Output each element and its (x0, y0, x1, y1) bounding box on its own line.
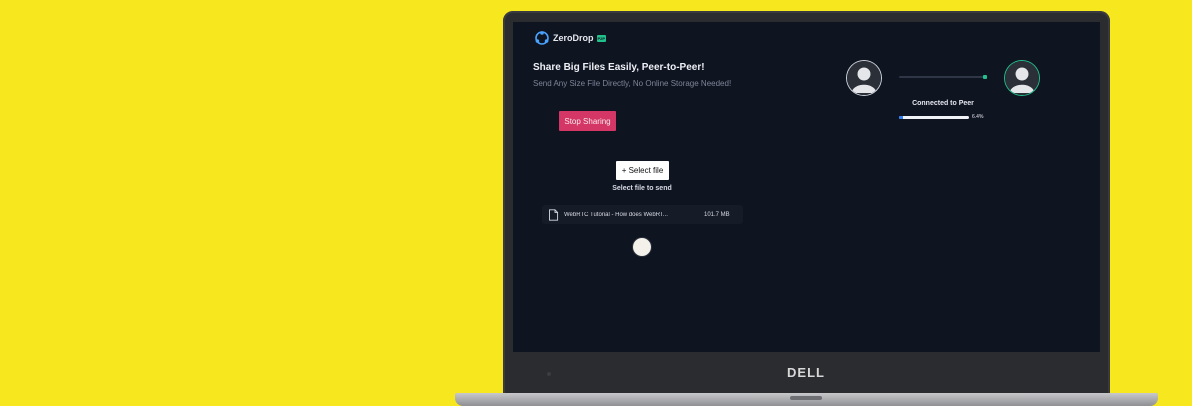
select-file-button[interactable]: + Select file (616, 161, 669, 180)
transfer-progress-label: 6.4% (972, 114, 984, 120)
laptop-base (455, 393, 1158, 406)
page-headline: Share Big Files Easily, Peer-to-Peer! (533, 62, 705, 73)
floating-action-button[interactable] (633, 238, 651, 256)
app-screen: ZeroDrop P2P Share Big Files Easily, Pee… (513, 22, 1100, 352)
peer-link-line (899, 76, 987, 78)
app-badge: P2P (596, 34, 607, 42)
trackpad-notch (790, 396, 822, 400)
dell-logo: DELL (787, 365, 825, 380)
webcam-dot (547, 372, 551, 376)
file-list-item[interactable]: WebRTC Tutorial - How does WebRT... 101.… (542, 205, 743, 224)
file-icon (549, 208, 559, 221)
peer-link-indicator (983, 75, 987, 79)
file-size: 101.7 MB (704, 211, 730, 218)
app-logo-icon (535, 31, 549, 45)
user-avatar-icon (1005, 61, 1039, 95)
stop-sharing-button[interactable]: Stop Sharing (559, 111, 616, 131)
file-name: WebRTC Tutorial - How does WebRT... (564, 211, 668, 218)
app-name: ZeroDrop (553, 33, 594, 43)
transfer-progress-bar (899, 116, 969, 119)
local-peer-avatar (847, 61, 881, 95)
brand[interactable]: ZeroDrop P2P (534, 30, 607, 46)
connection-status: Connected to Peer (912, 100, 974, 107)
remote-peer-avatar (1005, 61, 1039, 95)
user-avatar-icon (847, 61, 881, 95)
page-subheadline: Send Any Size File Directly, No Online S… (533, 79, 732, 88)
transfer-progress-fill (899, 116, 904, 119)
select-file-hint: Select file to send (612, 185, 672, 192)
